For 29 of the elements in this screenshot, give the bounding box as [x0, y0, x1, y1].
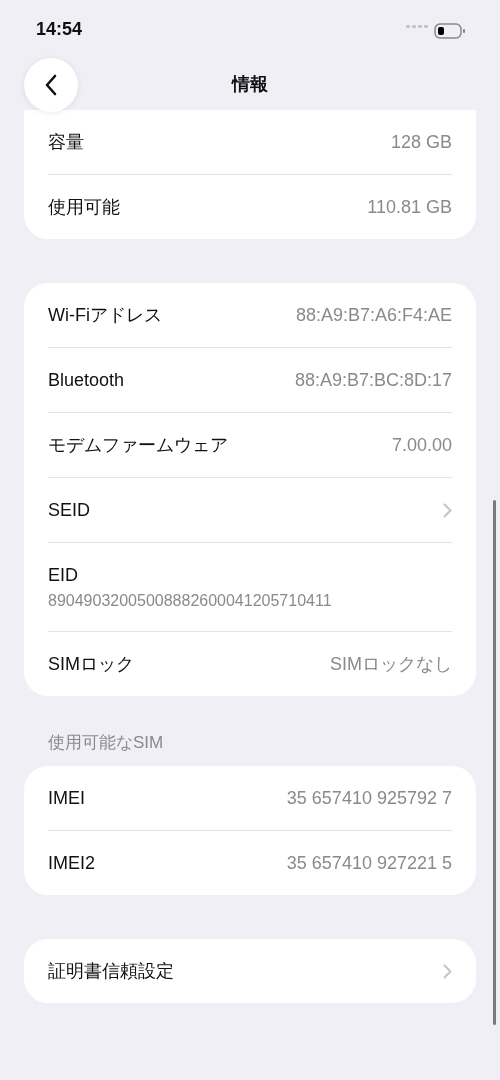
- status-time: 14:54: [36, 19, 84, 40]
- row-value: 110.81 GB: [367, 196, 452, 218]
- row-label[interactable]: 証明書信頼設定: [48, 959, 174, 983]
- row-label: Wi-Fiアドレス: [48, 304, 162, 327]
- row-value: 88:A9:B7:A6:F4:AE: [295, 304, 452, 326]
- chevron-icon: [443, 963, 452, 979]
- page-title: 情報: [232, 72, 268, 96]
- row-value: 7.00.00: [391, 434, 452, 456]
- row-value: 89049032005008882600041205710411: [48, 591, 332, 610]
- row-label[interactable]: SEID: [48, 499, 90, 521]
- row-label: SIMロック: [48, 653, 134, 676]
- row-label: 容量: [48, 131, 84, 154]
- battery-icon: [434, 23, 466, 39]
- row-label: モデムファームウェア: [48, 434, 228, 457]
- row-value: 88:A9:B7:BC:8D:17: [294, 369, 452, 391]
- signal-icon: [406, 23, 428, 29]
- section-header: 使用可能なSIM: [47, 732, 165, 754]
- row-label: 使用可能: [48, 196, 120, 219]
- row-label: Bluetooth: [48, 369, 125, 391]
- chevron-icon: [443, 502, 452, 518]
- row-value: 128 GB: [390, 131, 452, 153]
- row-label: IMEI: [48, 787, 85, 809]
- row-value: 35 657410 927221 5: [286, 852, 452, 874]
- back-button[interactable]: [24, 58, 78, 112]
- row-value: SIMロックなし: [330, 653, 452, 676]
- back-icon: [43, 73, 59, 97]
- row-label: IMEI2: [48, 852, 95, 874]
- row-label: EID: [48, 564, 78, 586]
- row-value: 35 657410 925792 7: [286, 787, 452, 809]
